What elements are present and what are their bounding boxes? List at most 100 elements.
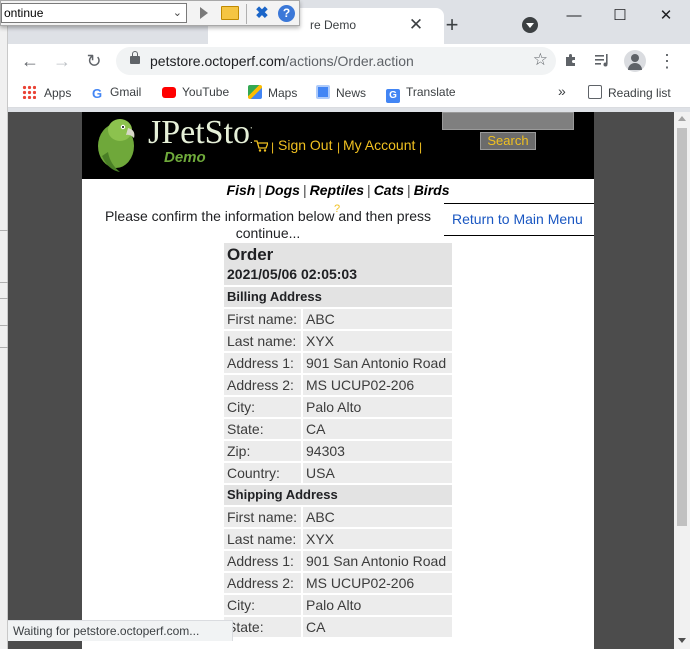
field-label: City:: [224, 595, 301, 615]
billing-row: State: CA: [224, 419, 452, 439]
command-combo-input[interactable]: ontinue ⌄: [1, 3, 187, 23]
reload-button[interactable]: ↻: [82, 50, 106, 72]
category-cats-link[interactable]: Cats: [374, 182, 404, 198]
bookmark-translate[interactable]: G Translate: [386, 85, 456, 103]
billing-row: First name: ABC: [224, 309, 452, 329]
shipping-row: Address 1: 901 San Antonio Road: [224, 551, 452, 571]
header-separator: |: [271, 140, 275, 154]
field-label: Address 1:: [224, 353, 301, 373]
field-label: Country:: [224, 463, 301, 483]
lock-icon[interactable]: [130, 51, 140, 64]
bookmarks-overflow-icon[interactable]: »: [558, 83, 566, 99]
tab-title: re Demo: [310, 18, 357, 32]
bookmarks-bar: Apps G Gmail YouTube Maps News G Translate…: [8, 78, 690, 108]
billing-row: Last name: XYX: [224, 331, 452, 351]
divider: [0, 325, 8, 326]
reading-list-icon: [588, 85, 602, 99]
field-value: Palo Alto: [303, 397, 452, 417]
field-value: 94303: [303, 441, 452, 461]
profile-avatar-icon[interactable]: [624, 50, 646, 72]
field-value: MS UCUP02-206: [303, 573, 452, 593]
scroll-up-icon[interactable]: [678, 116, 686, 121]
chevron-down-icon[interactable]: ⌄: [173, 4, 182, 22]
cart-icon[interactable]: [254, 140, 268, 152]
bookmark-star-icon[interactable]: ☆: [533, 50, 548, 70]
shrink-arrows-icon[interactable]: ✖: [253, 5, 271, 23]
category-separator: |: [302, 182, 307, 198]
divider: [0, 298, 8, 299]
field-label: Address 2:: [224, 573, 301, 593]
bookmark-youtube[interactable]: YouTube: [162, 85, 229, 99]
category-separator: |: [407, 182, 411, 198]
store-logo-demo: Demo: [164, 149, 206, 166]
bookmark-news[interactable]: News: [316, 85, 366, 100]
billing-row: Country: USA: [224, 463, 452, 483]
field-label: Zip:: [224, 441, 301, 461]
search-input[interactable]: [442, 112, 574, 130]
background-app-strip: [0, 0, 8, 649]
order-header: Order 2021/05/06 02:05:03: [224, 243, 452, 285]
minimize-button[interactable]: —: [554, 4, 594, 28]
scrollbar-thumb[interactable]: [677, 128, 687, 526]
billing-row: Address 2: MS UCUP02-206: [224, 375, 452, 395]
new-tab-button[interactable]: +: [442, 14, 462, 36]
page-scrollbar[interactable]: [674, 112, 690, 649]
category-reptiles-link[interactable]: Reptiles: [310, 182, 364, 198]
category-birds-link[interactable]: Birds: [414, 182, 450, 198]
reading-list-button[interactable]: Reading list: [588, 85, 671, 100]
extensions-icon[interactable]: [562, 52, 580, 70]
folder-icon[interactable]: [221, 6, 239, 20]
order-table: Order 2021/05/06 02:05:03 Billing Addres…: [224, 243, 452, 637]
category-dogs-link[interactable]: Dogs: [265, 182, 300, 198]
help-link[interactable]: ?: [334, 203, 340, 215]
header-separator: |: [419, 140, 423, 154]
bookmark-gmail[interactable]: G Gmail: [90, 85, 141, 101]
field-value: ABC: [303, 309, 452, 329]
jpetstore-page: JPetStore Demo | Sign Out | My Account |…: [82, 112, 594, 649]
address-bar[interactable]: petstore.octoperf.com/actions/Order.acti…: [116, 47, 556, 75]
divider: [0, 282, 8, 283]
category-bar: Fish | Dogs | Reptiles | Cats | Birds: [82, 179, 594, 201]
maps-icon: [248, 85, 262, 99]
header-separator: |: [337, 140, 341, 154]
my-account-link[interactable]: My Account: [343, 137, 415, 153]
bookmark-apps[interactable]: Apps: [22, 85, 71, 100]
field-value: 901 San Antonio Road: [303, 551, 452, 571]
scroll-down-icon[interactable]: [678, 638, 686, 643]
tab-close-icon[interactable]: ✕: [406, 15, 426, 35]
bookmark-maps[interactable]: Maps: [248, 85, 297, 100]
shipping-row: Last name: XYX: [224, 529, 452, 549]
url-text[interactable]: petstore.octoperf.com/actions/Order.acti…: [150, 53, 414, 69]
sign-out-link[interactable]: Sign Out: [278, 137, 332, 153]
parrot-logo-icon[interactable]: [90, 116, 140, 172]
divider: [0, 230, 8, 231]
media-control-icon[interactable]: [593, 52, 611, 70]
close-window-button[interactable]: ✕: [646, 4, 686, 28]
field-label: City:: [224, 397, 301, 417]
back-button[interactable]: ←: [18, 50, 42, 72]
google-icon: G: [91, 86, 103, 101]
return-to-main-menu-link[interactable]: Return to Main Menu: [452, 211, 583, 227]
field-value: USA: [303, 463, 452, 483]
field-label: Address 2:: [224, 375, 301, 395]
field-value: CA: [303, 419, 452, 439]
run-arrow-icon[interactable]: [197, 3, 211, 23]
category-fish-link[interactable]: Fish: [227, 182, 256, 198]
billing-row: Address 1: 901 San Antonio Road: [224, 353, 452, 373]
field-label: Last name:: [224, 529, 301, 549]
forward-button[interactable]: →: [50, 50, 74, 72]
maximize-button[interactable]: ☐: [600, 4, 640, 28]
order-date: 2021/05/06 02:05:03: [227, 266, 357, 282]
search-button[interactable]: Search: [480, 132, 536, 150]
tab-search-icon[interactable]: [522, 17, 538, 33]
news-icon: [316, 85, 330, 99]
category-separator: |: [258, 182, 262, 198]
page-viewport: JPetStore Demo | Sign Out | My Account |…: [8, 112, 674, 649]
store-logo[interactable]: JPetStore: [148, 114, 252, 152]
help-icon[interactable]: ?: [278, 5, 295, 22]
field-value: ABC: [303, 507, 452, 527]
chrome-menu-icon[interactable]: ⋮: [658, 52, 676, 70]
field-value: 901 San Antonio Road: [303, 353, 452, 373]
field-label: Last name:: [224, 331, 301, 351]
shipping-row: City: Palo Alto: [224, 595, 452, 615]
